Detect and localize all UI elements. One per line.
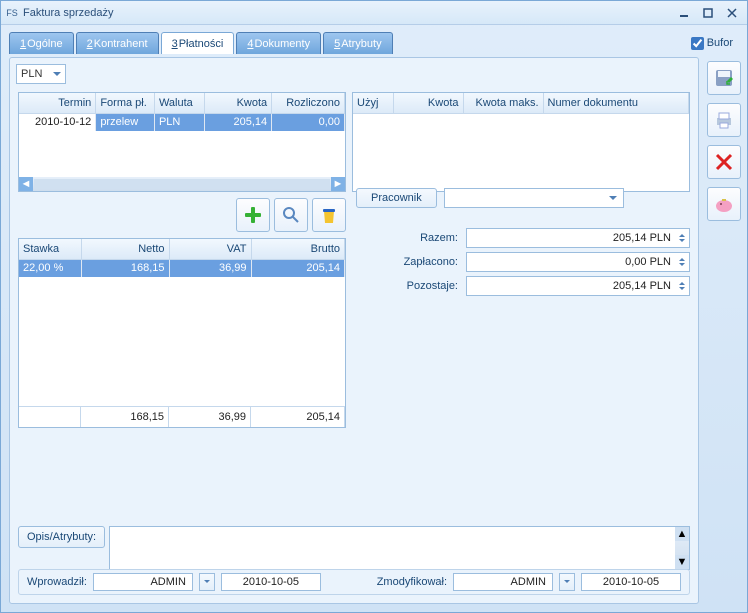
wprowadzil-date: 2010-10-05 [221,573,321,591]
footer-bar: Wprowadził: ADMIN 2010-10-05 Zmodyfikowa… [18,569,690,595]
spin-down-icon[interactable] [676,238,688,246]
docs-header-row: Użyj Kwota Kwota maks. Numer dokumentu [353,93,689,113]
wprowadzil-label: Wprowadził: [27,576,87,588]
pracownik-dropdown[interactable] [444,188,624,208]
close-button[interactable] [721,4,743,22]
spin-up-icon[interactable] [676,278,688,286]
spin-down-icon[interactable] [676,286,688,294]
col-netto[interactable]: Netto [81,239,169,259]
payments-grid[interactable]: Termin Forma pł. Waluta Kwota Rozliczono… [18,92,346,192]
footer-netto: 168,15 [81,407,169,427]
col-numer[interactable]: Numer dokumentu [543,93,689,113]
print-button[interactable] [707,103,741,137]
scroll-track[interactable] [34,179,330,189]
scroll-up-icon[interactable]: ▲ [675,527,689,541]
tab-atrybuty[interactable]: 5 Atrybuty [323,32,392,54]
summary-rows: Razem: 205,14 PLN Zapłacono: 0,00 PLN Po… [356,226,690,298]
save-button[interactable] [707,61,741,95]
payments-header-row: Termin Forma pł. Waluta Kwota Rozliczono [19,93,345,113]
currency-select[interactable]: PLN [16,64,66,84]
col-brutto[interactable]: Brutto [251,239,345,259]
mid-right-area: Pracownik Razem: 205,14 PLN Zapłacono: 0… [356,188,690,298]
app-icon: FS [5,6,19,20]
col-kwmaks[interactable]: Kwota maks. [463,93,543,113]
search-button[interactable] [274,198,308,232]
cell-kwota[interactable]: 205,14 [205,113,272,131]
pozostaje-value[interactable]: 205,14 PLN [466,276,690,296]
col-stawka[interactable]: Stawka [19,239,81,259]
wprowadzil-dropdown[interactable] [199,573,215,591]
razem-label: Razem: [356,232,466,244]
bufor-checkbox-wrap[interactable]: Bufor [691,37,733,50]
vat-row[interactable]: 22,00 % 168,15 36,99 205,14 [19,259,345,277]
bufor-label: Bufor [707,37,733,49]
col-termin[interactable]: Termin [19,93,96,113]
description-vscroll[interactable]: ▲ ▼ [675,527,689,569]
scroll-right-icon[interactable]: ► [331,177,345,191]
spin-down-icon[interactable] [676,262,688,270]
col-vat[interactable]: VAT [169,239,251,259]
tab-kontrahent[interactable]: 2 Kontrahent [76,32,159,54]
right-toolbar [707,61,741,221]
footer-brutto: 205,14 [251,407,345,427]
tab-strip: 1 Ogólne 2 Kontrahent 3 Płatności 4 Doku… [9,31,739,55]
cell-stawka[interactable]: 22,00 % [19,259,81,277]
pracownik-button-label[interactable]: Pracownik [356,188,437,208]
trash-button[interactable] [312,198,346,232]
pozostaje-label: Pozostaje: [356,280,466,292]
payments-hscroll[interactable]: ◄ ► [19,177,345,191]
titlebar: FS Faktura sprzedaży [1,1,747,25]
cell-waluta[interactable]: PLN [154,113,205,131]
vat-header-row: Stawka Netto VAT Brutto [19,239,345,259]
cell-netto[interactable]: 168,15 [81,259,169,277]
razem-value[interactable]: 205,14 PLN [466,228,690,248]
cell-vat[interactable]: 36,99 [169,259,251,277]
cell-brutto[interactable]: 205,14 [251,259,345,277]
zmodyfikowal-date: 2010-10-05 [581,573,681,591]
description-label[interactable]: Opis/Atrybuty: [18,526,105,548]
scroll-down-icon[interactable]: ▼ [675,555,689,569]
bufor-checkbox[interactable] [691,37,704,50]
upper-grids: Termin Forma pł. Waluta Kwota Rozliczono… [18,92,690,192]
wprowadzil-user: ADMIN [93,573,193,591]
tab-ogolne[interactable]: 1 Ogólne [9,32,74,54]
scroll-track[interactable] [675,541,689,555]
cell-termin[interactable]: 2010-10-12 [19,113,96,131]
tab-dokumenty[interactable]: 4 Dokumenty [236,32,321,54]
spin-up-icon[interactable] [676,254,688,262]
spin-up-icon[interactable] [676,230,688,238]
scroll-left-icon[interactable]: ◄ [19,177,33,191]
cell-forma[interactable]: przelew [96,113,155,131]
vat-footer: 168,15 36,99 205,14 [19,406,345,427]
zmodyfikowal-dropdown[interactable] [559,573,575,591]
action-buttons [18,198,346,232]
piggybank-button[interactable] [707,187,741,221]
col-waluta[interactable]: Waluta [154,93,205,113]
payments-row[interactable]: 2010-10-12 przelew PLN 205,14 0,00 [19,113,345,131]
col-forma[interactable]: Forma pł. [96,93,155,113]
col-uzyj[interactable]: Użyj [353,93,393,113]
add-button[interactable] [236,198,270,232]
delete-button[interactable] [707,145,741,179]
description-row: Opis/Atrybuty: ▲ ▼ [18,526,690,570]
content-panel: PLN Termin Forma pł. Waluta Kwota Rozlic… [9,57,699,604]
app-window: FS Faktura sprzedaży 1 Ogólne 2 Kontrahe… [0,0,748,613]
footer-vat: 36,99 [169,407,251,427]
col-rozliczono[interactable]: Rozliczono [272,93,345,113]
col-kwota[interactable]: Kwota [205,93,272,113]
vat-grid[interactable]: Stawka Netto VAT Brutto 22,00 % 168,15 3… [18,238,346,428]
minimize-button[interactable] [673,4,695,22]
col-kwota2[interactable]: Kwota [393,93,463,113]
tab-platnosci[interactable]: 3 Płatności [161,32,235,54]
zmodyfikowal-label: Zmodyfikował: [377,576,447,588]
documents-grid[interactable]: Użyj Kwota Kwota maks. Numer dokumentu [352,92,690,192]
footer-empty [19,407,81,427]
maximize-button[interactable] [697,4,719,22]
window-title: Faktura sprzedaży [23,7,671,19]
zaplacono-value[interactable]: 0,00 PLN [466,252,690,272]
description-textarea[interactable]: ▲ ▼ [109,526,690,570]
cell-rozliczono[interactable]: 0,00 [272,113,345,131]
zaplacono-label: Zapłacono: [356,256,466,268]
zmodyfikowal-user: ADMIN [453,573,553,591]
